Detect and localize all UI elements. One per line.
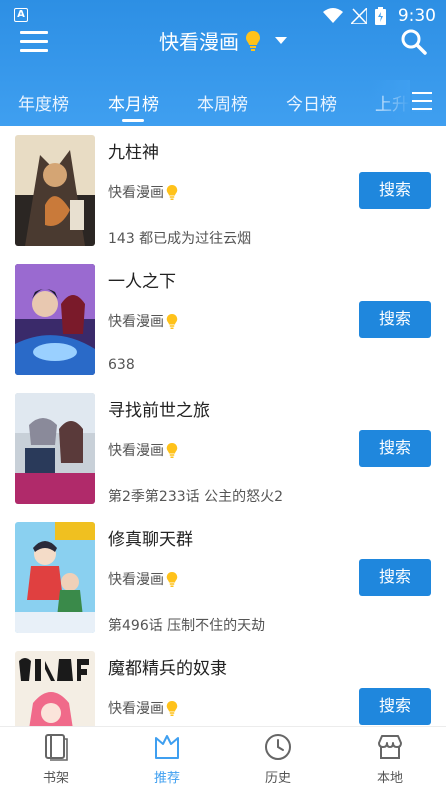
source-selector[interactable]: 快看漫画 (0, 26, 446, 55)
lightbulb-icon (166, 184, 178, 200)
list-item[interactable]: 寻找前世之旅 快看漫画 第2季第233话 公主的怒火2 搜索 (0, 384, 446, 513)
source-label: 快看漫画 (108, 701, 164, 717)
tab-daily[interactable]: 今日榜 (286, 90, 337, 115)
comic-source: 快看漫画 (108, 569, 178, 589)
comic-cover[interactable] (15, 393, 95, 504)
tabs-menu-icon[interactable] (412, 92, 432, 112)
active-tab-indicator (122, 119, 144, 122)
nav-label: 推荐 (153, 771, 180, 786)
bookshelf-icon (45, 734, 68, 761)
nav-label: 本地 (376, 771, 403, 786)
page-title: 快看漫画 (159, 30, 239, 54)
comic-source: 快看漫画 (108, 182, 178, 202)
comic-source: 快看漫画 (108, 440, 178, 460)
lightbulb-icon (166, 313, 178, 329)
nav-label: 历史 (264, 771, 291, 786)
list-item[interactable]: 一人之下 快看漫画 638 搜索 (0, 255, 446, 384)
comic-cover[interactable] (15, 522, 95, 633)
app-notification-icon: A (14, 8, 28, 22)
search-button[interactable]: 搜索 (359, 559, 431, 596)
comic-latest-chapter: 第2季第233话 公主的怒火2 (108, 489, 283, 505)
search-button[interactable]: 搜索 (359, 430, 431, 467)
lightbulb-icon (166, 700, 178, 716)
tabs-fade (370, 80, 410, 126)
comic-source: 快看漫画 (108, 311, 178, 331)
source-label: 快看漫画 (108, 572, 164, 588)
lightbulb-icon (166, 442, 178, 458)
no-signal-icon (350, 8, 367, 24)
comic-title: 九柱神 (108, 143, 159, 163)
lightbulb-icon (246, 30, 260, 51)
comic-title: 寻找前世之旅 (108, 401, 210, 421)
comic-latest-chapter: 143 都已成为过往云烟 (108, 231, 252, 247)
comic-cover[interactable] (15, 135, 95, 246)
toolbar: 快看漫画 (0, 24, 446, 62)
tab-monthly[interactable]: 本月榜 (108, 90, 159, 115)
search-icon[interactable] (400, 28, 428, 56)
list-item[interactable]: 九柱神 快看漫画 143 都已成为过往云烟 搜索 (0, 126, 446, 255)
comic-title: 修真聊天群 (108, 530, 193, 550)
nav-bookshelf[interactable]: 书架 (16, 733, 96, 786)
source-label: 快看漫画 (108, 185, 164, 201)
nav-local[interactable]: 本地 (350, 733, 430, 786)
recommend-icon (155, 735, 179, 759)
battery-icon (374, 7, 386, 25)
nav-label: 书架 (42, 771, 69, 786)
comic-latest-chapter: 第496话 压制不住的天劫 (108, 618, 266, 634)
comic-list: 九柱神 快看漫画 143 都已成为过往云烟 搜索 一人之下 快看漫画 638 搜… (0, 126, 446, 726)
source-label: 快看漫画 (108, 443, 164, 459)
search-button[interactable]: 搜索 (359, 688, 431, 725)
nav-recommend[interactable]: 推荐 (127, 733, 207, 786)
comic-cover[interactable] (15, 264, 95, 375)
source-label: 快看漫画 (108, 314, 164, 330)
tab-weekly[interactable]: 本周榜 (197, 90, 248, 115)
app-header: A 9:30 快看漫画 年度榜 本月榜 本周榜 今日榜 上升 (0, 0, 446, 126)
comic-cover[interactable] (15, 651, 95, 726)
list-item[interactable]: 修真聊天群 快看漫画 第496话 压制不住的天劫 搜索 (0, 513, 446, 642)
local-store-icon (378, 735, 402, 759)
clock-icon (265, 734, 291, 760)
comic-title: 一人之下 (108, 272, 176, 292)
rank-tabs: 年度榜 本月榜 本周榜 今日榜 上升 (0, 80, 446, 126)
comic-source: 快看漫画 (108, 698, 178, 718)
bottom-nav: 书架 推荐 历史 本地 (0, 726, 446, 792)
tab-yearly[interactable]: 年度榜 (18, 90, 69, 115)
search-button[interactable]: 搜索 (359, 301, 431, 338)
nav-history[interactable]: 历史 (238, 733, 318, 786)
lightbulb-icon (166, 571, 178, 587)
comic-title: 魔都精兵的奴隶 (108, 659, 227, 679)
wifi-icon (322, 8, 343, 23)
search-button[interactable]: 搜索 (359, 172, 431, 209)
list-item[interactable]: 魔都精兵的奴隶 快看漫画 搜索 (0, 642, 446, 726)
comic-latest-chapter: 638 (108, 357, 135, 373)
chevron-down-icon (275, 37, 287, 44)
status-time: 9:30 (397, 6, 436, 26)
